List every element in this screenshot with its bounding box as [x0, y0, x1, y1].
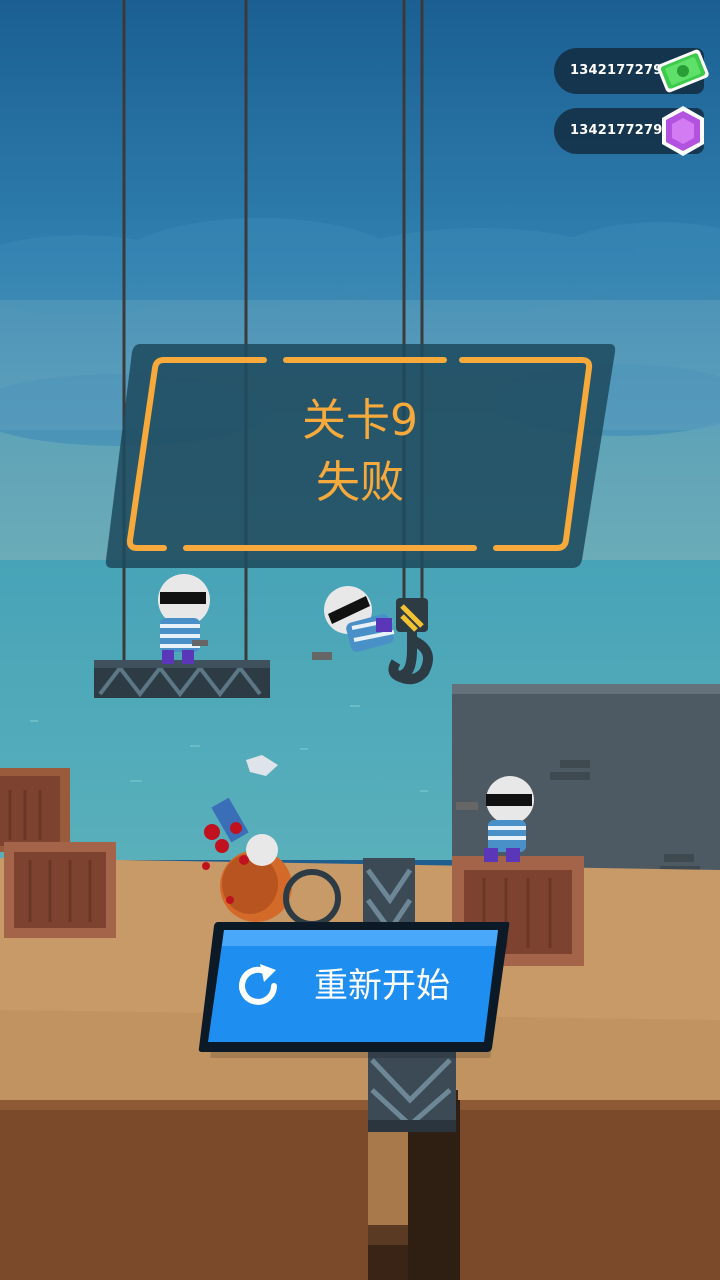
gem-icon	[654, 102, 712, 160]
gem-amount: 1342177279	[570, 123, 663, 138]
restart-icon	[232, 960, 284, 1012]
game-scene	[0, 0, 720, 1280]
result-text: 关卡9 失败	[104, 390, 616, 514]
restart-label: 重新开始	[314, 966, 450, 1006]
level-status: 失败	[316, 457, 404, 508]
hanging-platform	[94, 660, 270, 698]
restart-button[interactable]: 重新开始	[198, 920, 510, 1058]
cash-amount: 1342177279	[570, 63, 663, 78]
cash-icon	[654, 42, 712, 100]
level-title: 关卡9	[302, 395, 418, 446]
gem-counter: 1342177279	[554, 106, 704, 156]
cash-counter: 1342177279	[554, 48, 709, 94]
